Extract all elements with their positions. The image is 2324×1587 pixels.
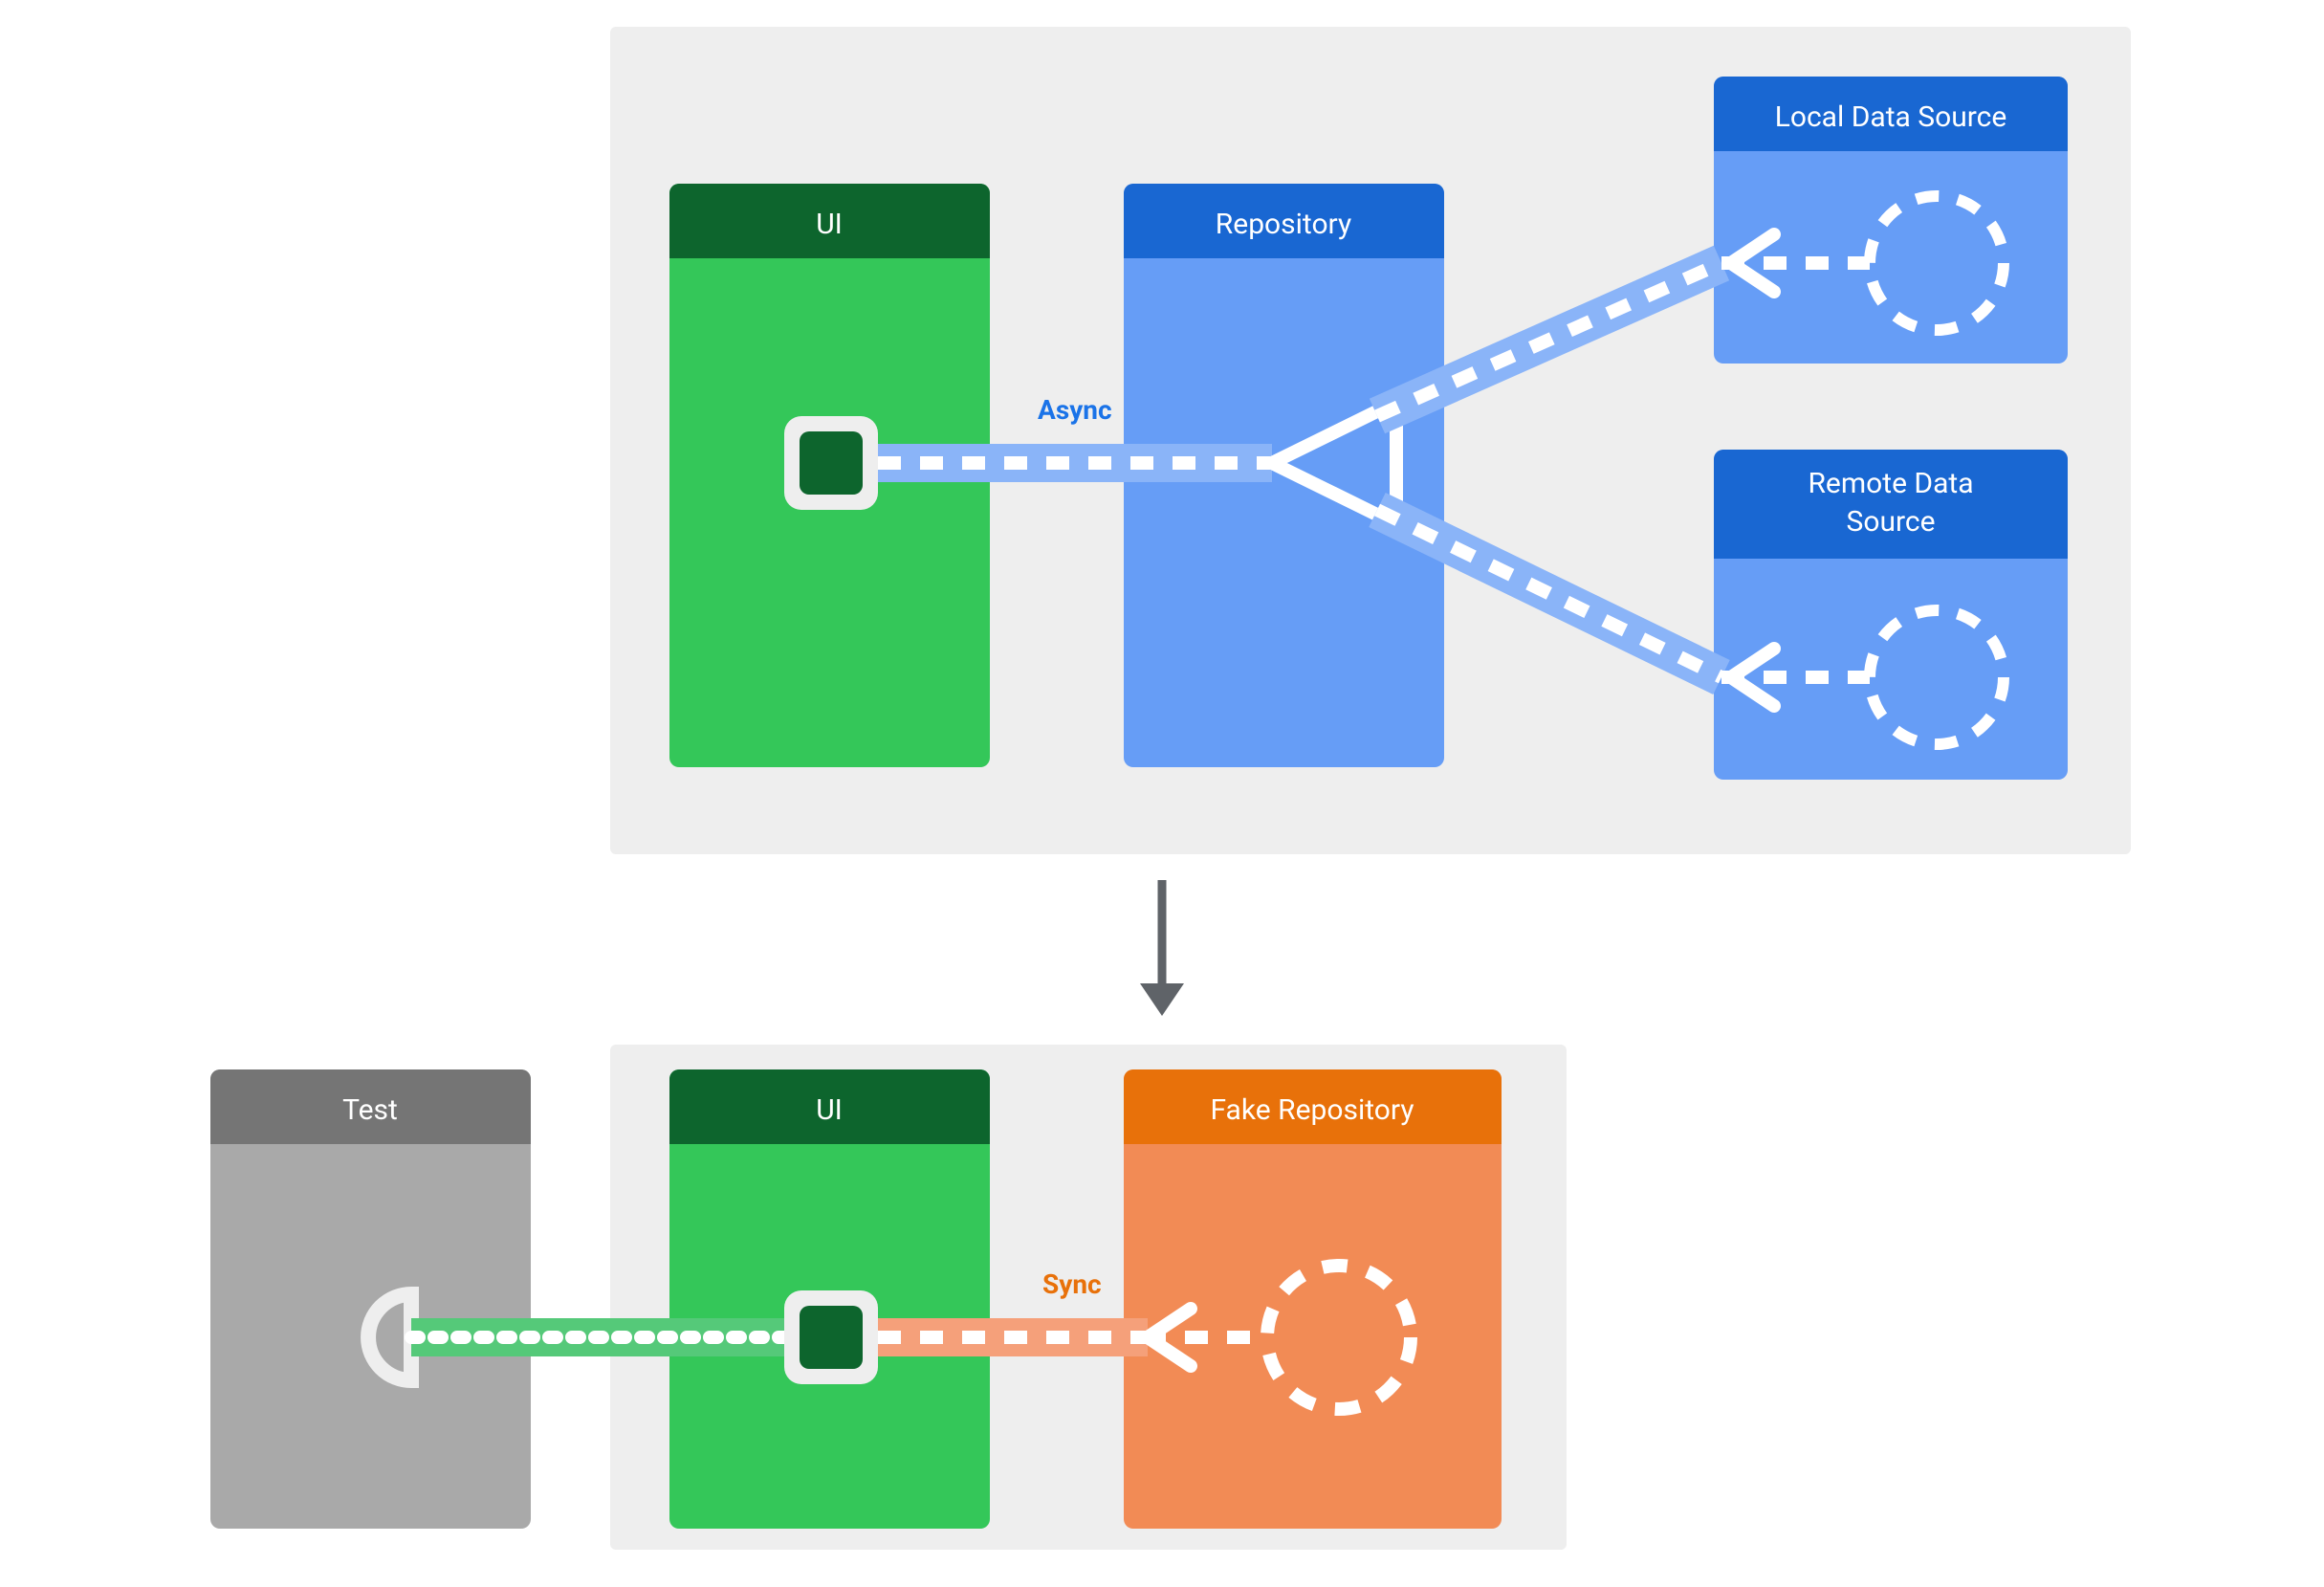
bottom-panel: Test UI Fake Repository: [210, 1045, 1567, 1550]
top-panel: UI Repository Local Data Source Remote D…: [0, 0, 2131, 854]
diagram-svg: UI Repository Local Data Source Remote D…: [0, 0, 2324, 1587]
remote-data-source-label-2: Source: [1847, 505, 1936, 539]
repository-box-label: Repository: [1216, 208, 1351, 241]
sync-label: Sync: [1042, 1268, 1102, 1300]
ui-box-top-label: UI: [816, 208, 843, 241]
test-box: Test: [210, 1069, 531, 1529]
ui-box-bottom-label: UI: [816, 1093, 843, 1127]
async-label: Async: [1038, 394, 1112, 426]
fake-repository-box: Fake Repository: [1124, 1069, 1502, 1529]
transition-arrow: [1140, 880, 1184, 1016]
diagram-canvas: UI Repository Local Data Source Remote D…: [0, 0, 2324, 1587]
ui-port-top: [784, 416, 878, 510]
remote-data-source-label-1: Remote Data: [1808, 467, 1973, 500]
ui-port-bottom: [784, 1290, 878, 1384]
local-data-source-label: Local Data Source: [1775, 100, 2007, 134]
test-box-label: Test: [342, 1093, 398, 1127]
local-data-source-box: Local Data Source: [1714, 77, 2068, 364]
fake-repository-label: Fake Repository: [1210, 1093, 1414, 1127]
